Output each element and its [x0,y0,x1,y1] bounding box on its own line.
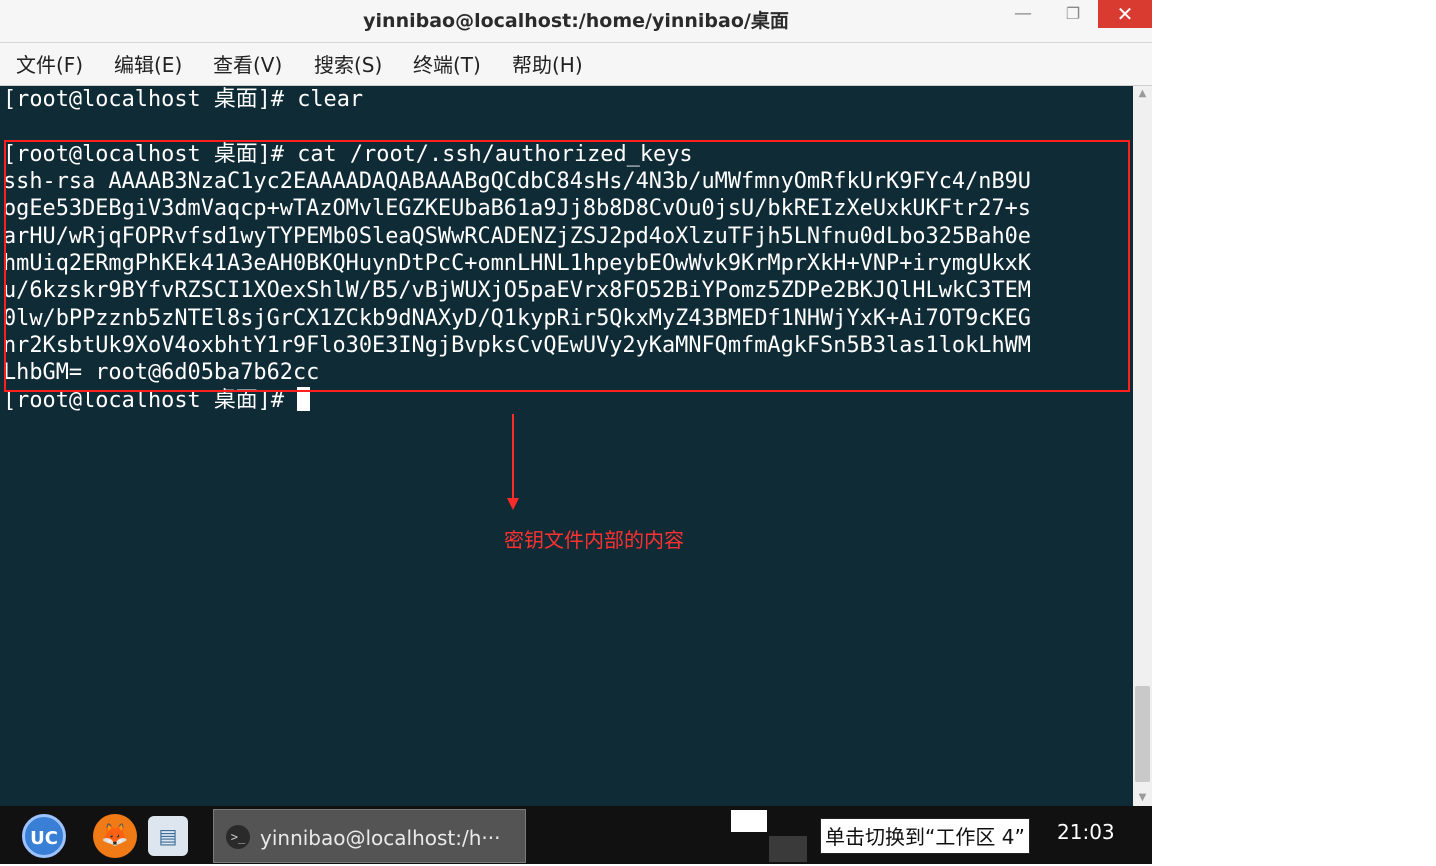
menu-view[interactable]: 查看(V) [213,43,282,85]
menu-help[interactable]: 帮助(H) [512,43,583,85]
menu-edit[interactable]: 编辑(E) [114,43,182,85]
annotation-text: 密钥文件内部的内容 [504,528,684,552]
maximize-button[interactable]: ❐ [1056,0,1090,28]
menu-search[interactable]: 搜索(S) [314,43,382,85]
minimize-button[interactable]: — [1006,0,1040,28]
scroll-thumb[interactable] [1135,686,1150,782]
title-bar[interactable]: yinnibao@localhost:/home/yinnibao/桌面 — ❐… [0,0,1152,43]
file-manager-icon[interactable]: ▤ [148,816,188,856]
vertical-scrollbar[interactable]: ▲ ▼ [1133,86,1152,806]
taskbar-terminal-button[interactable]: >_ yinnibao@localhost:/h··· [213,809,526,863]
uc-browser-icon[interactable]: UC [22,814,66,858]
workspace-tooltip: 单击切换到“工作区 4” [820,818,1030,854]
annotation-arrow-head [507,498,519,510]
desktop-margin [1152,806,1436,864]
taskbar-terminal-label: yinnibao@localhost:/h··· [260,826,501,850]
menu-bar: 文件(F) 编辑(E) 查看(V) 搜索(S) 终端(T) 帮助(H) [0,43,1152,86]
scroll-down-icon[interactable]: ▼ [1133,790,1152,806]
firefox-icon[interactable]: 🦊 [93,814,137,858]
terminal-line-clear-command: [root@localhost 桌面]# clear [3,87,364,112]
window-title: yinnibao@localhost:/home/yinnibao/桌面 [363,10,789,32]
close-button[interactable]: ✕ [1098,0,1152,28]
clock[interactable]: 21:03 [1057,820,1115,844]
menu-file[interactable]: 文件(F) [16,43,83,85]
highlight-box [4,140,1130,392]
terminal-window: yinnibao@localhost:/home/yinnibao/桌面 — ❐… [0,0,1152,806]
scroll-up-icon[interactable]: ▲ [1133,86,1152,102]
workspace-4-switch[interactable] [769,836,807,862]
workspace-3-switch[interactable] [731,810,767,832]
annotation-arrow-line [512,414,514,502]
terminal-icon: >_ [226,825,250,849]
menu-terminal[interactable]: 终端(T) [413,43,481,85]
